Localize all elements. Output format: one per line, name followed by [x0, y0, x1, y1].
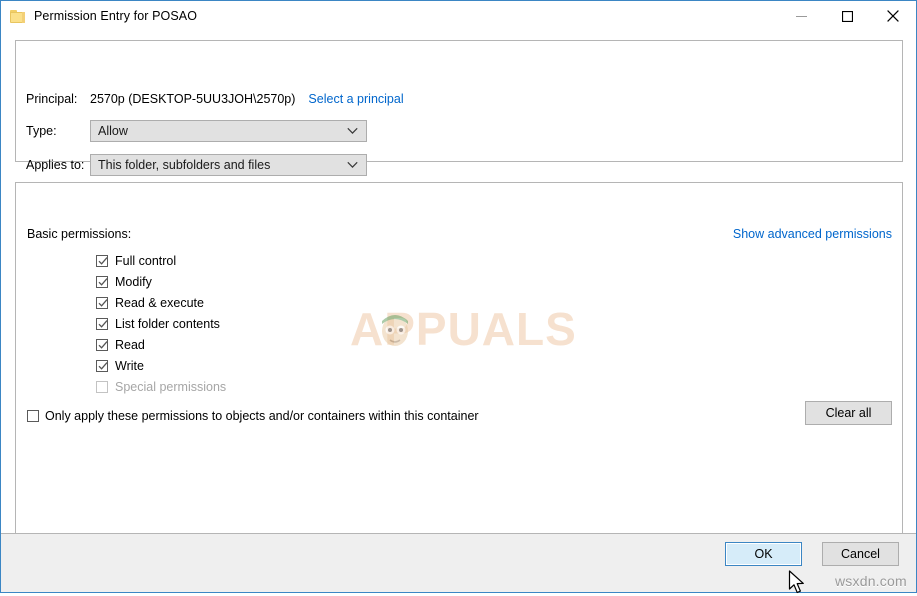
principal-panel: Principal: 2570p (DESKTOP-5UU3JOH\2570p)…: [15, 40, 903, 176]
check-icon: [98, 298, 108, 307]
permission-label: Modify: [115, 274, 152, 289]
permission-row[interactable]: Read & execute: [96, 292, 226, 313]
check-icon: [98, 361, 108, 370]
only-apply-checkbox[interactable]: [27, 410, 39, 422]
permission-checkbox[interactable]: [96, 254, 108, 267]
applies-to-row: Applies to: This folder, subfolders and …: [26, 154, 367, 176]
permission-checkbox[interactable]: [96, 317, 108, 330]
minimize-icon: [795, 15, 807, 17]
permission-checkbox[interactable]: [96, 338, 108, 351]
maximize-icon: [841, 10, 853, 22]
check-icon: [98, 277, 108, 286]
window-controls: [778, 1, 916, 31]
type-row: Type: Allow: [26, 120, 367, 142]
permission-row[interactable]: Full control: [96, 250, 226, 271]
minimize-button[interactable]: [778, 1, 824, 31]
chevron-down-icon: [347, 161, 358, 168]
dialog-content: Principal: 2570p (DESKTOP-5UU3JOH\2570p)…: [1, 31, 916, 535]
permission-label: Full control: [115, 253, 177, 268]
basic-permissions-label: Basic permissions:: [27, 227, 132, 241]
select-a-principal-link[interactable]: Select a principal: [308, 92, 403, 106]
permission-label: Read: [115, 337, 145, 352]
type-label: Type:: [26, 124, 57, 138]
principal-row: Principal: 2570p (DESKTOP-5UU3JOH\2570p)…: [26, 92, 404, 106]
close-icon: [887, 10, 899, 22]
only-apply-checkbox-row[interactable]: Only apply these permissions to objects …: [27, 409, 479, 423]
permission-row[interactable]: Write: [96, 355, 226, 376]
permission-row[interactable]: Read: [96, 334, 226, 355]
window-title: Permission Entry for POSAO: [34, 9, 198, 23]
permission-checkbox[interactable]: [96, 296, 108, 309]
permission-row[interactable]: List folder contents: [96, 313, 226, 334]
principal-label: Principal:: [26, 92, 78, 106]
permission-checkbox[interactable]: [96, 275, 108, 288]
close-button[interactable]: [870, 1, 916, 31]
check-icon: [98, 256, 108, 265]
principal-value: 2570p (DESKTOP-5UU3JOH\2570p): [90, 92, 296, 106]
permissions-panel: Basic permissions: Show advanced permiss…: [15, 182, 903, 535]
folder-icon: [10, 9, 25, 23]
permissions-list: Full control Modify Read & execute List fol…: [96, 250, 226, 397]
check-icon: [98, 340, 108, 349]
permission-label: Special permissions: [115, 379, 227, 394]
cancel-button[interactable]: Cancel: [822, 542, 899, 566]
applies-to-dropdown-value: This folder, subfolders and files: [98, 158, 271, 172]
maximize-button[interactable]: [824, 1, 870, 31]
permission-checkbox: [96, 380, 108, 393]
permission-row[interactable]: Modify: [96, 271, 226, 292]
title-bar-left: Permission Entry for POSAO: [1, 9, 778, 23]
applies-to-label: Applies to:: [26, 158, 85, 172]
check-icon: [98, 319, 108, 328]
permission-entry-dialog: Permission Entry for POSAO Principal: 25…: [0, 0, 917, 593]
permission-label: Read & execute: [115, 295, 204, 310]
type-dropdown-value: Allow: [98, 124, 128, 138]
dialog-footer: OK Cancel: [1, 533, 916, 592]
type-dropdown[interactable]: Allow: [90, 120, 367, 142]
permission-label: List folder contents: [115, 316, 220, 331]
show-advanced-permissions-link[interactable]: Show advanced permissions: [733, 227, 892, 241]
applies-to-dropdown[interactable]: This folder, subfolders and files: [90, 154, 367, 176]
permission-label: Write: [115, 358, 144, 373]
title-bar: Permission Entry for POSAO: [1, 1, 916, 31]
permission-row: Special permissions: [96, 376, 226, 397]
ok-button[interactable]: OK: [725, 542, 802, 566]
chevron-down-icon: [347, 127, 358, 134]
clear-all-button[interactable]: Clear all: [805, 401, 892, 425]
permission-checkbox[interactable]: [96, 359, 108, 372]
only-apply-label: Only apply these permissions to objects …: [45, 409, 479, 423]
